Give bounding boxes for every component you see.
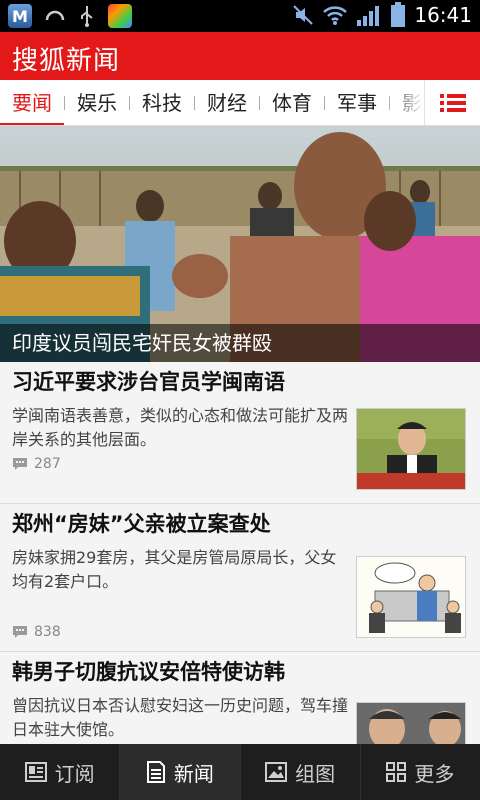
news-thumbnail — [356, 556, 466, 638]
tab-fade — [384, 80, 424, 125]
gallery-icon — [265, 762, 288, 782]
clock: 16:41 — [414, 3, 472, 27]
nav-news-label: 新闻 — [173, 761, 214, 786]
comment-count-value: 838 — [34, 624, 61, 640]
comment-count: 838 — [12, 624, 61, 640]
nav-more-label: 更多 — [414, 761, 455, 786]
news-item[interactable]: 习近平要求涉台官员学闽南语 学闽南语表善意，类似的心态和做法可能扩及两岸关系的其… — [0, 362, 480, 504]
comment-icon — [13, 458, 27, 470]
nav-more[interactable]: 更多 — [361, 744, 480, 800]
tab-headlines[interactable]: 要闻 — [0, 80, 64, 125]
status-bar-right: 16:41 — [292, 2, 472, 28]
headset-icon — [45, 10, 65, 21]
comment-icon — [13, 626, 27, 638]
tab-tech[interactable]: 科技 — [130, 80, 194, 125]
news-summary: 房妹家拥29套房，其父是房管局原局长，父女均有2套户口。 — [12, 548, 337, 591]
bag-app-icon — [108, 4, 132, 28]
m-app-icon: M — [8, 4, 32, 28]
mute-icon — [293, 5, 314, 25]
news-icon — [146, 761, 165, 783]
tab-finance[interactable]: 财经 — [195, 80, 259, 125]
bottom-nav: 订阅 新闻 组图 更多 — [0, 744, 480, 800]
more-grid-icon — [386, 762, 407, 782]
tab-sports[interactable]: 体育 — [260, 80, 324, 125]
nav-news[interactable]: 新闻 — [120, 744, 241, 800]
news-thumbnail — [356, 408, 466, 490]
comment-count-value: 287 — [34, 456, 61, 472]
nav-gallery[interactable]: 组图 — [241, 744, 361, 800]
hero-caption: 印度议员闯民宅奸民女被群殴 — [12, 331, 272, 355]
status-bar: M 16:41 — [0, 0, 480, 32]
hero-story[interactable]: 印度议员闯民宅奸民女被群殴 — [0, 126, 480, 362]
news-summary: 曾因抗议日本否认慰安妇这一历史问题，驾车撞日本驻大使馆。 — [12, 696, 349, 739]
nav-gallery-label: 组图 — [295, 761, 336, 786]
battery-icon — [391, 2, 406, 27]
nav-subscribe[interactable]: 订阅 — [0, 744, 121, 800]
news-item[interactable]: 郑州“房妹”父亲被立案查处 房妹家拥29套房，其父是房管局原局长，父女均有2套户… — [0, 504, 480, 652]
app-title: 搜狐新闻 — [12, 46, 121, 76]
list-menu-icon — [439, 94, 466, 112]
nav-subscribe-label: 订阅 — [54, 761, 95, 786]
subscribe-icon — [24, 762, 47, 782]
signal-icon — [357, 6, 380, 26]
news-title: 韩男子切腹抗议安倍特使访韩 — [12, 660, 285, 684]
wifi-icon — [323, 6, 348, 25]
tab-entertainment[interactable]: 娱乐 — [65, 80, 129, 125]
news-list: 习近平要求涉台官员学闽南语 学闽南语表善意，类似的心态和做法可能扩及两岸关系的其… — [0, 362, 480, 744]
news-title: 习近平要求涉台官员学闽南语 — [12, 370, 285, 394]
news-item[interactable]: 韩男子切腹抗议安倍特使访韩 曾因抗议日本否认慰安妇这一历史问题，驾车撞日本驻大使… — [0, 652, 480, 744]
usb-icon — [81, 6, 93, 27]
comment-count: 287 — [12, 456, 61, 472]
news-summary: 学闽南语表善意，类似的心态和做法可能扩及两岸关系的其他层面。 — [12, 406, 349, 449]
tab-menu-button[interactable] — [424, 80, 480, 125]
tab-military[interactable]: 军事 — [325, 80, 389, 125]
news-title: 郑州“房妹”父亲被立案查处 — [12, 512, 271, 536]
news-thumbnail — [356, 702, 466, 744]
category-tabs: 要闻 娱乐 科技 财经 体育 军事 影视 — [0, 80, 480, 126]
status-bar-left: M — [8, 4, 132, 28]
app-header: 搜狐新闻 — [0, 32, 480, 80]
